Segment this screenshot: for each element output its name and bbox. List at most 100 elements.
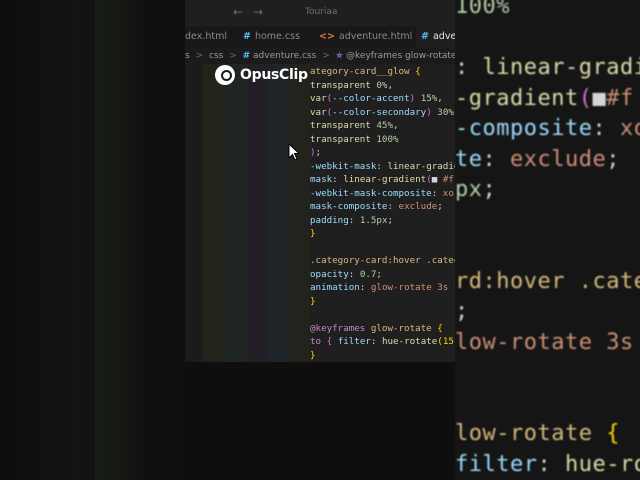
code-token: : [387,201,399,212]
code-token: .category-card:hover .categ [310,255,455,266]
zoom-line: : linear-gradie [455,55,640,80]
editor-indent-guides [202,64,310,362]
code-token: opacity [310,268,349,280]
chevron-right-icon: > [229,51,237,61]
breadcrumb-item[interactable]: css [209,51,223,61]
code-token: transparent [310,120,377,131]
code-token: to [310,336,327,347]
breadcrumb-item[interactable]: @keyframes glow-rotate [346,51,455,61]
code-token: ( [578,85,593,111]
code-token: ; [376,268,382,280]
code-token: low-rotate 3s l [455,329,640,355]
code-token: : [592,116,620,141]
breadcrumb-item[interactable]: adventure.css [253,51,316,61]
code-line: var(--color-secondary) 30%, [310,106,455,119]
css-file-icon: # [242,51,251,61]
code-token: -composite [455,116,593,141]
mouse-pointer-icon [288,143,300,161]
zoom-line: px; [455,177,496,202]
left-video-backdrop [0,0,185,480]
forward-arrow-icon[interactable]: → [253,5,263,19]
code-token: ategory-card__glow [310,66,416,77]
code-token: : [431,187,443,199]
code-token: 1.5px [359,214,388,226]
code-token: 100% [376,133,399,145]
code-line: to { filter: hue-rotate(15 [310,335,454,348]
tab-label: adventure.html [338,31,413,42]
code-token: var [310,106,327,118]
code-token: -webkit-mask [310,160,377,172]
back-arrow-icon[interactable]: ← [233,5,243,19]
code-token: --color-secondary [332,106,427,118]
code-token: #f [606,85,634,111]
opusclip-logo-icon [215,65,235,85]
code-token: -gradient [455,85,579,111]
code-token: linear-gradie [387,160,455,172]
zoom-line: rd:hover .categ [455,269,640,294]
code-line: mask-composite: exclude; [310,200,443,213]
code-token: ; [455,299,469,324]
right-zoomed-code-backdrop: 100%: linear-gradie-gradient(■#f-composi… [455,0,640,480]
indent-band [246,64,268,362]
code-token: ; [606,146,620,172]
code-token: ; [482,177,497,202]
zoom-line: -gradient(■#f [455,86,634,111]
symbol-keyframes-icon: ✯ [335,51,344,61]
code-token: linear-gradie [482,55,640,80]
code-token: , [393,120,399,131]
code-line: mask: linear-gradient(■ #f [310,173,454,186]
zoom-line: filter: hue-rotate(1 [455,452,640,477]
code-token: : [359,282,371,293]
code-line: var(--color-accent) 15%, [310,92,443,105]
code-line: } [310,227,316,240]
code-token: exclude [398,201,438,212]
code-token: 100% [455,0,510,19]
tab-home-css[interactable]: # home.css [243,26,305,48]
code-token: } [310,295,316,307]
code-area[interactable]: ategory-card__glow {transparent 0%, var(-… [310,64,455,362]
code-token: glow-rotate [370,322,438,334]
code-token: : [332,174,344,185]
code-line: transparent 45%, [310,119,399,132]
zoom-line: 100% [455,0,510,19]
code-token: animation [310,282,360,293]
css-file-icon: # [243,31,251,42]
code-token: transparent [310,133,377,145]
code-line: opacity: 0.7; [310,268,382,281]
tab-index-html[interactable]: dex.html [185,26,235,48]
code-line: animation: glow-rotate 3s l [310,281,455,294]
code-token: rd:hover .categ [455,268,640,294]
code-token: : [376,160,388,172]
tab-adventure-html[interactable]: <> adventure.html [319,26,413,48]
code-token: ; [387,214,394,226]
code-token: { [326,336,338,347]
code-token: : [455,55,483,80]
code-token: filter [455,451,538,477]
chevron-right-icon: > [322,51,330,61]
code-token: 0% [376,79,388,91]
code-token: { [437,322,443,334]
left-backdrop-stripe [95,0,145,480]
tab-label: adven [432,31,455,42]
code-token: 15% [415,93,438,104]
watermark-text: OpusClip [240,67,308,83]
code-token: { [606,421,620,446]
editor-tab-bar: dex.html # home.css <> adventure.html # adv… [185,26,455,48]
breadcrumb-item[interactable]: s [185,51,190,61]
code-token: : [348,268,360,280]
code-token: , [454,107,455,118]
code-token: -webkit-mask-composite [310,187,432,199]
code-token: hue-rotate [381,336,438,347]
code-line: transparent 0%, [310,79,393,92]
code-token: : [537,451,565,477]
code-line: ); [310,146,321,159]
code-token: : [370,336,382,347]
code-token: { [415,66,421,77]
code-line: -webkit-mask-composite: xor [310,187,455,200]
code-token: var [310,93,327,104]
chevron-right-icon: > [195,51,204,61]
code-token: , [387,79,394,91]
tab-adventure-css[interactable]: #adven [416,26,455,48]
code-token: te [455,146,483,172]
tab-label: home.css [254,31,301,42]
